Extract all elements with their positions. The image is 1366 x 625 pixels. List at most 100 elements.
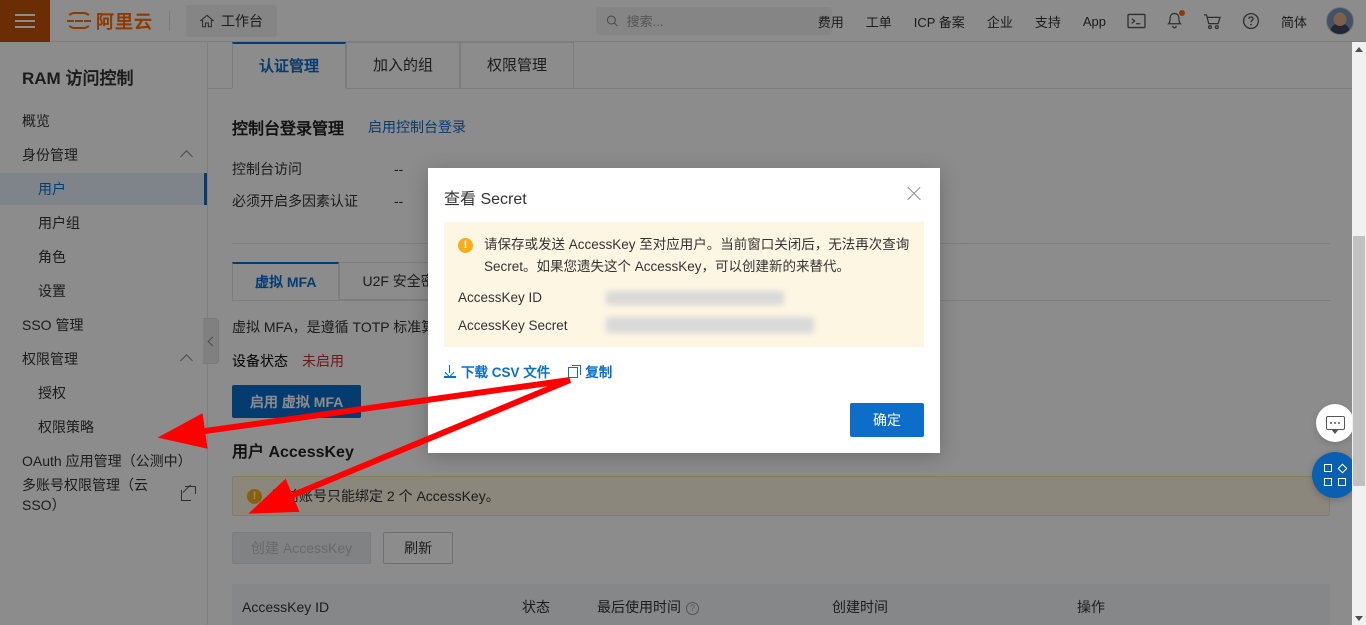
nav-icp[interactable]: ICP 备案 <box>903 0 976 42</box>
col-actions: 操作 <box>1067 584 1330 625</box>
nav-support[interactable]: 支持 <box>1024 0 1072 42</box>
sidebar-collapse-button[interactable] <box>203 318 219 364</box>
nav-app[interactable]: App <box>1072 0 1117 42</box>
header-actions: 费用 工单 ICP 备案 企业 支持 App 简体 <box>807 0 1358 42</box>
notification-badge <box>1178 10 1185 16</box>
scrollbar-thumb[interactable] <box>1353 236 1365 486</box>
sidebar: RAM 访问控制 概览 身份管理 用户 用户组 角色 设置 SSO 管理 权限管… <box>0 42 208 625</box>
sidebar-item-oauth[interactable]: OAuth 应用管理（公测中） <box>0 445 207 477</box>
scroll-up-button[interactable] <box>1352 42 1366 56</box>
header-divider <box>169 10 170 31</box>
accesskey-actions: 创建 AccessKey 刷新 <box>232 532 1330 564</box>
bell-icon[interactable] <box>1156 0 1193 42</box>
console-section-title: 控制台登录管理 <box>232 121 345 138</box>
sidebar-item-identity[interactable]: 身份管理 <box>0 139 207 171</box>
download-csv-link[interactable]: 下载 CSV 文件 <box>444 361 550 381</box>
sidebar-item-label: 用户组 <box>38 215 80 231</box>
col-last-used-label: 最后使用时间 <box>597 599 681 615</box>
col-created: 创建时间 <box>822 584 1067 625</box>
workbench-button[interactable]: 工作台 <box>186 4 277 37</box>
sidebar-item-sso[interactable]: SSO 管理 <box>0 309 207 341</box>
col-accesskey-id: AccessKey ID <box>232 584 512 625</box>
dialog-links: 下载 CSV 文件 复制 <box>428 347 940 381</box>
col-status: 状态 <box>512 584 587 625</box>
secret-warning-box: ! 请保存或发送 AccessKey 至对应用户。当前窗口关闭后，无法再次查询 … <box>444 222 924 347</box>
chevron-left-icon <box>207 336 217 346</box>
aliyun-mark-icon <box>66 12 92 29</box>
accesskey-table: AccessKey ID 状态 最后使用时间? 创建时间 操作 <box>232 584 1330 625</box>
warning-icon: ! <box>247 488 262 504</box>
nav-ticket[interactable]: 工单 <box>855 0 903 42</box>
sidebar-item-grants[interactable]: 授权 <box>0 377 207 409</box>
console-access-label: 控制台访问 <box>232 161 302 177</box>
enable-console-login-link[interactable]: 启用控制台登录 <box>368 117 466 137</box>
scroll-down-button[interactable] <box>1352 611 1366 625</box>
sidebar-item-label: SSO 管理 <box>22 317 84 333</box>
sidebar-item-label: 权限管理 <box>22 351 78 367</box>
global-search[interactable] <box>596 7 832 35</box>
dialog-footer: 确定 <box>850 403 924 437</box>
mfa-device-status-value: 未启用 <box>302 353 344 369</box>
console-access-value: -- <box>394 161 404 177</box>
menu-toggle-button[interactable] <box>0 0 50 42</box>
sub-tab-virtual-mfa[interactable]: 虚拟 MFA <box>232 262 340 300</box>
view-secret-dialog: 查看 Secret ! 请保存或发送 AccessKey 至对应用户。当前窗口关… <box>428 168 940 453</box>
language-switch[interactable]: 简体 <box>1270 0 1318 42</box>
sidebar-item-label: 身份管理 <box>22 147 78 163</box>
create-accesskey-button[interactable]: 创建 AccessKey <box>232 532 372 564</box>
avatar[interactable] <box>1326 7 1354 35</box>
terminal-icon[interactable] <box>1117 0 1156 42</box>
tab-joined-groups[interactable]: 加入的组 <box>346 42 461 89</box>
sidebar-item-user-groups[interactable]: 用户组 <box>0 207 207 239</box>
sidebar-item-label: 多账号权限管理（云 SSO） <box>22 477 148 513</box>
tab-permissions[interactable]: 权限管理 <box>460 42 575 89</box>
page-scrollbar[interactable] <box>1352 42 1366 625</box>
mfa-required-label: 必须开启多因素认证 <box>232 193 358 209</box>
copy-link[interactable]: 复制 <box>568 361 612 381</box>
sidebar-item-users[interactable]: 用户 <box>0 173 207 205</box>
copy-icon <box>568 365 582 378</box>
nav-enterprise[interactable]: 企业 <box>976 0 1024 42</box>
accesskey-id-field: AccessKey ID <box>458 290 910 305</box>
help-icon[interactable] <box>1232 0 1270 42</box>
confirm-button[interactable]: 确定 <box>850 403 924 437</box>
sidebar-item-policies[interactable]: 权限策略 <box>0 411 207 443</box>
cart-icon[interactable] <box>1193 0 1232 42</box>
accesskey-notice-text: 当前账号只能绑定 2 个 AccessKey。 <box>271 488 500 504</box>
home-icon <box>200 14 214 27</box>
download-icon <box>444 364 456 378</box>
workbench-label: 工作台 <box>221 12 263 29</box>
warning-icon: ! <box>458 238 473 253</box>
sidebar-item-label: OAuth 应用管理（公测中） <box>22 453 192 469</box>
accesskey-id-label: AccessKey ID <box>458 290 543 305</box>
chat-icon[interactable] <box>1316 404 1354 442</box>
aliyun-logo-text: 阿里云 <box>96 11 153 32</box>
top-header: 阿里云 工作台 费用 工单 ICP 备案 企业 支持 App <box>0 0 1366 42</box>
dialog-title: 查看 Secret <box>444 191 527 208</box>
col-last-used: 最后使用时间? <box>587 584 822 625</box>
question-mark-icon[interactable]: ? <box>686 601 699 615</box>
chevron-up-icon <box>180 354 193 367</box>
search-input[interactable] <box>626 13 822 29</box>
sidebar-item-overview[interactable]: 概览 <box>0 105 207 137</box>
sidebar-item-label: 概览 <box>22 113 50 129</box>
mfa-device-status-label: 设备状态 <box>232 353 288 369</box>
copy-label: 复制 <box>585 365 613 380</box>
refresh-button[interactable]: 刷新 <box>383 532 454 564</box>
accesskey-secret-field: AccessKey Secret <box>458 317 910 333</box>
masked-accesskey-secret-value <box>606 317 814 333</box>
sidebar-item-permissions[interactable]: 权限管理 <box>0 343 207 375</box>
nav-fee[interactable]: 费用 <box>807 0 855 42</box>
sidebar-item-label: 角色 <box>38 249 66 265</box>
mfa-required-value: -- <box>394 193 404 209</box>
sidebar-item-roles[interactable]: 角色 <box>0 241 207 273</box>
sidebar-item-settings[interactable]: 设置 <box>0 275 207 307</box>
sidebar-item-cloud-sso[interactable]: 多账号权限管理（云 SSO） <box>0 477 207 513</box>
enable-virtual-mfa-button[interactable]: 启用 虚拟 MFA <box>232 385 362 418</box>
aliyun-logo[interactable]: 阿里云 <box>66 8 153 34</box>
apps-grid-glyph <box>1324 463 1348 486</box>
chevron-up-icon <box>180 150 193 163</box>
chat-bubble-glyph <box>1325 416 1345 434</box>
tab-auth-management[interactable]: 认证管理 <box>232 42 347 89</box>
close-icon[interactable] <box>904 184 924 204</box>
